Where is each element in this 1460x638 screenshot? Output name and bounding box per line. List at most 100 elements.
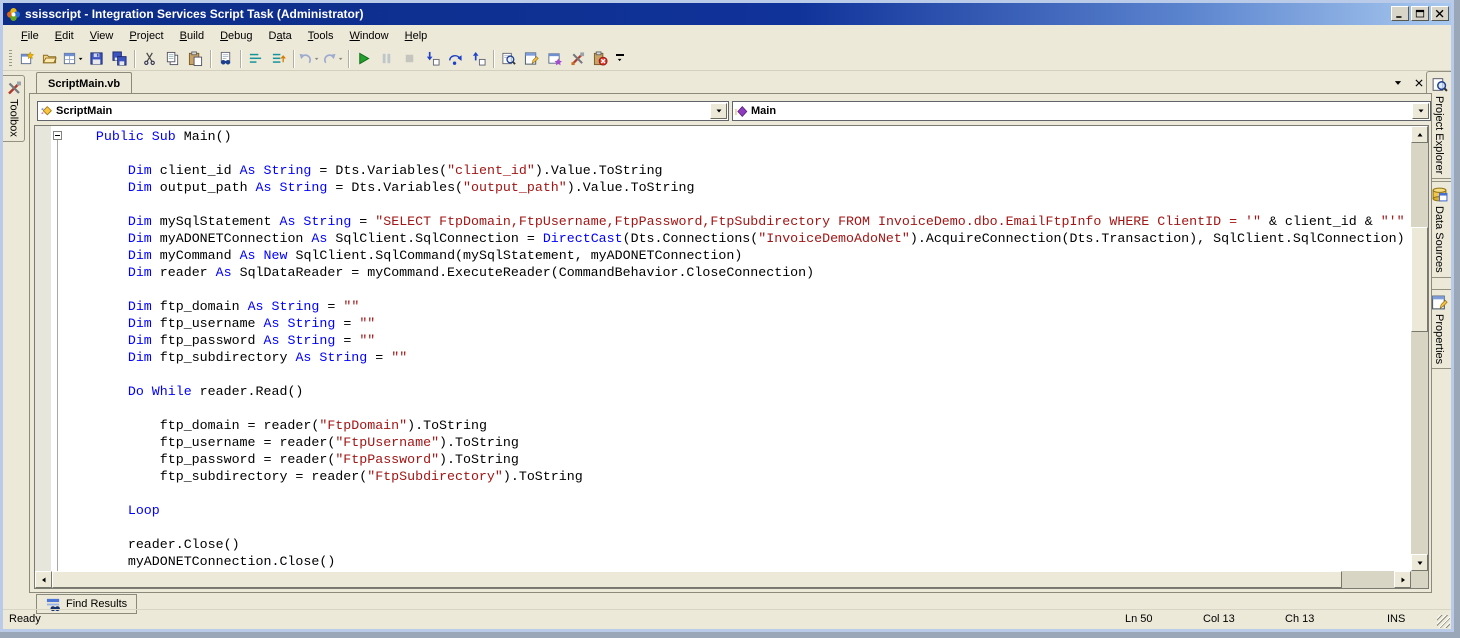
break-all-button[interactable]: [375, 48, 398, 70]
code-line: reader.Close(): [64, 537, 240, 552]
redo-icon: [322, 51, 337, 66]
outline-line: [57, 140, 58, 571]
members-combobox[interactable]: Main: [732, 101, 1431, 121]
start-debug-icon: [356, 51, 371, 66]
menu-debug[interactable]: Debug: [212, 27, 260, 45]
maximize-button[interactable]: [1411, 6, 1429, 21]
save-all-button[interactable]: [108, 48, 131, 70]
vertical-scrollbar[interactable]: [1411, 126, 1428, 571]
document-well: ScriptMain Main Public Sub Main() Dim cl…: [29, 93, 1432, 593]
menu-view[interactable]: View: [82, 27, 122, 45]
toolbar-separator: [210, 49, 211, 68]
toolbox-icon: [6, 80, 22, 96]
close-button[interactable]: [1431, 6, 1449, 21]
menu-data[interactable]: Data: [261, 27, 300, 45]
menu-tools[interactable]: Tools: [300, 27, 342, 45]
vertical-scrollbar-thumb[interactable]: [1411, 227, 1428, 332]
menu-project[interactable]: Project: [121, 27, 171, 45]
add-new-item-button[interactable]: [15, 48, 38, 70]
horizontal-scrollbar-thumb[interactable]: [52, 571, 1342, 588]
cut-button[interactable]: [138, 48, 161, 70]
solution-explorer-button[interactable]: [497, 48, 520, 70]
open-file-icon: [42, 51, 57, 66]
code-line: Dim mySqlStatement As String = "SELECT F…: [127, 214, 1405, 229]
menu-file[interactable]: File: [13, 27, 47, 45]
menu-help[interactable]: Help: [397, 27, 436, 45]
code-editor[interactable]: Public Sub Main() Dim client_id As Strin…: [34, 125, 1429, 589]
step-over-icon: [448, 51, 463, 66]
code-line: ftp_password = reader("FtpPassword").ToS…: [64, 452, 519, 467]
document-tab-label: ScriptMain.vb: [48, 77, 121, 90]
scroll-right-button[interactable]: [1394, 571, 1411, 588]
save-icon: [89, 51, 104, 66]
close-document-button[interactable]: [1412, 76, 1425, 89]
toolbar-separator: [493, 49, 494, 68]
step-out-button[interactable]: [467, 48, 490, 70]
start-debug-button[interactable]: [352, 48, 375, 70]
code-line: ftp_subdirectory = reader("FtpSubdirecto…: [64, 469, 583, 484]
code-line: Dim ftp_domain As String = "": [127, 299, 360, 314]
window-controls: [1391, 6, 1449, 21]
menu-build[interactable]: Build: [172, 27, 212, 45]
scroll-down-button[interactable]: [1411, 554, 1428, 571]
step-over-button[interactable]: [444, 48, 467, 70]
open-file-button[interactable]: [38, 48, 61, 70]
types-combobox-dropdown-button[interactable]: [710, 103, 727, 119]
save-button[interactable]: [85, 48, 108, 70]
undo-icon: [298, 51, 313, 66]
project-explorer-icon: [1431, 76, 1448, 93]
active-files-dropdown-button[interactable]: [1391, 76, 1404, 89]
add-item-button[interactable]: [61, 48, 85, 70]
step-into-button[interactable]: [421, 48, 444, 70]
redo-button[interactable]: [321, 48, 345, 70]
comment-lines-button[interactable]: [244, 48, 267, 70]
properties-window-icon: [524, 51, 539, 66]
find-in-files-icon: [218, 51, 233, 66]
code-line: Dim ftp_username As String = "": [127, 316, 376, 331]
paste-button[interactable]: [184, 48, 207, 70]
toolbox-window-button[interactable]: [566, 48, 589, 70]
tab-label: Properties: [1433, 313, 1445, 365]
status-column: Col 13: [1203, 613, 1235, 625]
collapse-region-toggle[interactable]: [53, 131, 62, 140]
toolbar-separator: [293, 49, 294, 68]
solution-explorer-icon: [501, 51, 516, 66]
minimize-button[interactable]: [1391, 6, 1409, 21]
copy-button[interactable]: [161, 48, 184, 70]
find-in-files-button[interactable]: [214, 48, 237, 70]
toolbar-grip[interactable]: [9, 49, 12, 68]
properties-window-button[interactable]: [520, 48, 543, 70]
menu-bar: File Edit View Project Build Debug Data Tools Wi…: [3, 25, 1451, 47]
save-all-icon: [112, 51, 127, 66]
method-icon: [735, 105, 748, 118]
menu-window[interactable]: Window: [341, 27, 396, 45]
horizontal-scrollbar[interactable]: [35, 571, 1411, 588]
status-line: Ln 50: [1125, 613, 1153, 625]
code-line: Dim ftp_password As String = "": [127, 333, 376, 348]
scroll-up-button[interactable]: [1411, 126, 1428, 143]
toolbar-separator: [134, 49, 135, 68]
visual-studio-logo-icon: [6, 7, 21, 22]
tab-toolbox[interactable]: Toolbox: [3, 75, 25, 142]
object-browser-button[interactable]: [543, 48, 566, 70]
document-tab-scriptmain[interactable]: ScriptMain.vb: [36, 72, 133, 94]
error-list-button[interactable]: [589, 48, 612, 70]
stop-debug-button[interactable]: [398, 48, 421, 70]
add-new-item-icon: [19, 51, 34, 66]
status-char: Ch 13: [1285, 613, 1315, 625]
tab-label: Project Explorer: [1433, 96, 1445, 175]
undo-button[interactable]: [297, 48, 321, 70]
uncomment-lines-button[interactable]: [267, 48, 290, 70]
members-combobox-dropdown-button[interactable]: [1412, 103, 1429, 119]
scroll-left-button[interactable]: [35, 571, 52, 588]
menu-edit[interactable]: Edit: [47, 27, 82, 45]
code-line: Dim myADONETConnection As SqlClient.SqlC…: [127, 231, 1405, 246]
toolbar-overflow-button[interactable]: [612, 48, 627, 70]
uncomment-lines-icon: [271, 51, 286, 66]
resize-grip[interactable]: [1437, 615, 1450, 628]
code-text-area[interactable]: Public Sub Main() Dim client_id As Strin…: [64, 126, 1411, 571]
types-combobox[interactable]: ScriptMain: [37, 101, 729, 121]
stop-debug-icon: [402, 51, 417, 66]
